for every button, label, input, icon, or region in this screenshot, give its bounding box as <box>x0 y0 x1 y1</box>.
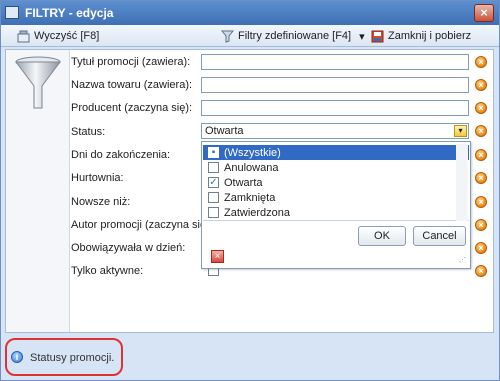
newer-than-label: Nowsze niż: <box>71 196 131 208</box>
clear-filters-label: Wyczyść [F8] <box>34 30 100 42</box>
status-option-cancelled[interactable]: Anulowana <box>203 160 469 175</box>
status-option-label: Otwarta <box>224 176 263 189</box>
clear-field-icon[interactable]: × <box>475 242 487 254</box>
status-option-checkbox[interactable] <box>208 162 219 173</box>
status-option-label: Anulowana <box>224 161 279 174</box>
status-option-open[interactable]: ✓ Otwarta <box>203 175 469 190</box>
status-bar: i Statusy promocji. <box>5 335 494 377</box>
wholesaler-label: Hurtownia: <box>71 172 124 184</box>
clear-field-icon[interactable]: × <box>475 149 487 161</box>
product-name-input[interactable] <box>201 77 469 93</box>
promotion-author-label: Autor promocji (zaczyna się): <box>71 219 213 231</box>
promotion-title-label: Tytuł promocji (zawiera): <box>71 56 191 68</box>
promotion-title-input[interactable] <box>201 54 469 70</box>
filter-window-icon <box>5 6 19 19</box>
info-icon: i <box>11 351 23 363</box>
cancel-button[interactable]: Cancel <box>413 226 466 246</box>
filter-dialog: FILTRY - edycja × Wyczyść [F8] Filtry zd… <box>0 0 500 381</box>
funnel-large-icon <box>15 56 61 109</box>
status-option-approved[interactable]: Zatwierdzona <box>203 205 469 220</box>
popup-scrollbar[interactable] <box>456 144 468 221</box>
clear-field-icon[interactable]: × <box>475 125 487 137</box>
toolbar: Wyczyść [F8] Filtry zdefiniowane [F4] ▾ … <box>1 25 499 47</box>
status-select-value: Otwarta <box>205 125 244 137</box>
clear-field-icon[interactable]: × <box>475 219 487 231</box>
clear-field-icon[interactable]: × <box>475 102 487 114</box>
window-close-button[interactable]: × <box>474 4 494 22</box>
product-name-label: Nazwa towaru (zawiera): <box>71 79 193 91</box>
status-option-label: Zatwierdzona <box>224 206 291 219</box>
status-option-checkbox[interactable] <box>208 192 219 203</box>
clear-field-icon[interactable]: × <box>475 196 487 208</box>
predefined-filters-button[interactable]: Filtry zdefiniowane [F4] ▾ <box>221 28 365 44</box>
status-option-closed[interactable]: Zamknięta <box>203 190 469 205</box>
clear-field-icon[interactable]: × <box>475 265 487 277</box>
close-and-fetch-button[interactable]: Zamknij i pobierz <box>371 28 471 44</box>
resize-grip-icon[interactable]: ⋰ <box>459 257 467 265</box>
status-option-checkbox[interactable]: ▪ <box>208 147 219 158</box>
delete-icon[interactable]: × <box>211 250 224 263</box>
save-close-icon <box>371 30 384 42</box>
chevron-down-icon[interactable]: ▾ <box>454 125 467 137</box>
clear-field-icon[interactable]: × <box>475 79 487 91</box>
status-options-list: ▪ (Wszystkie) Anulowana ✓ Otwarta Zamkni… <box>203 143 469 221</box>
only-active-label: Tylko aktywne: <box>71 265 144 277</box>
window-title: FILTRY - edycja <box>25 6 114 20</box>
status-option-all[interactable]: ▪ (Wszystkie) <box>203 145 469 160</box>
status-message: Statusy promocji. <box>30 352 115 364</box>
days-to-end-label: Dni do zakończenia: <box>71 149 171 161</box>
funnel-icon <box>221 30 234 43</box>
status-option-label: (Wszystkie) <box>224 146 281 159</box>
producer-input[interactable] <box>201 100 469 116</box>
ok-button[interactable]: OK <box>358 226 406 246</box>
status-option-checkbox[interactable] <box>208 207 219 218</box>
producer-label: Producent (zaczyna się): <box>71 102 193 114</box>
close-and-fetch-label: Zamknij i pobierz <box>388 30 472 42</box>
predefined-filters-label: Filtry zdefiniowane [F4] <box>238 30 352 42</box>
status-dropdown-popup: ▪ (Wszystkie) Anulowana ✓ Otwarta Zamkni… <box>201 141 471 269</box>
clear-field-icon[interactable]: × <box>475 56 487 68</box>
clear-field-icon[interactable]: × <box>475 172 487 184</box>
clear-filters-button[interactable]: Wyczyść [F8] <box>17 28 99 44</box>
status-select[interactable]: Otwarta ▾ <box>201 123 469 139</box>
status-label: Status: <box>71 126 106 138</box>
title-bar[interactable]: FILTRY - edycja × <box>1 1 499 25</box>
clear-filter-icon <box>17 30 30 42</box>
valid-on-day-label: Obowiązywała w dzień: <box>71 242 186 254</box>
status-option-checkbox[interactable]: ✓ <box>208 177 219 188</box>
chevron-down-icon[interactable]: ▾ <box>359 30 365 43</box>
side-panel <box>6 50 70 332</box>
status-option-label: Zamknięta <box>224 191 276 204</box>
